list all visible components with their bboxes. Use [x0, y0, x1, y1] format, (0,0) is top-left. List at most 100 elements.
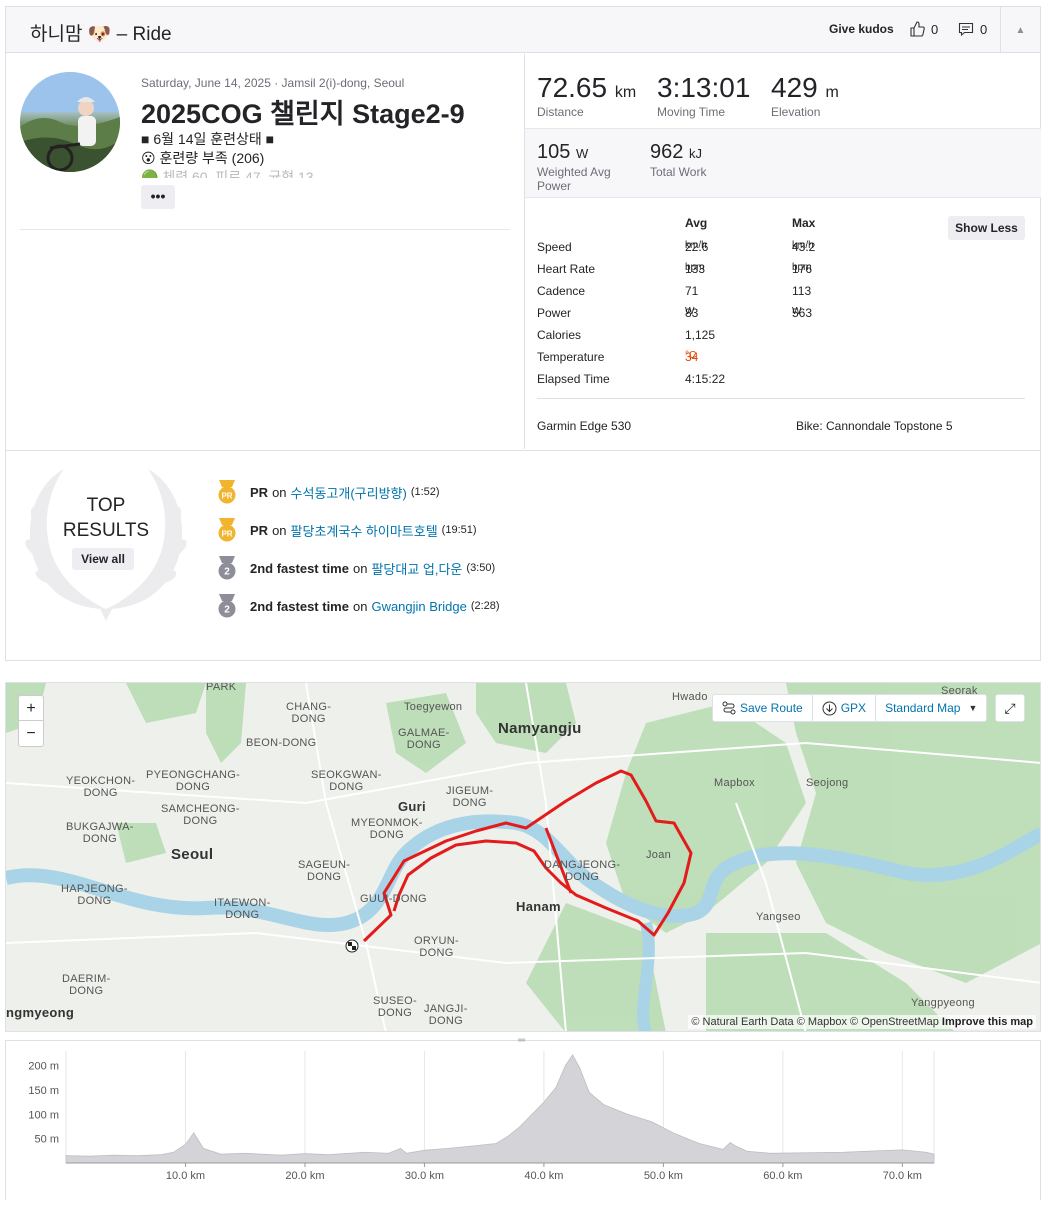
medal-label: PR — [221, 492, 232, 501]
caret-up-icon: ▲ — [1015, 24, 1026, 36]
y-tick-label: 150 m — [28, 1085, 59, 1097]
collapse-button[interactable]: ▲ — [1000, 7, 1040, 53]
activity-header-title: 하니맘 🐶 – Ride — [30, 24, 172, 45]
stat-distance: 72.65 km Distance — [537, 72, 636, 119]
map-style-select[interactable]: Standard Map ▼ — [876, 695, 986, 721]
stat-elevation: 429 m Elevation — [771, 72, 839, 119]
x-tick-label: 50.0 km — [644, 1170, 683, 1182]
give-kudos-button[interactable]: Give kudos — [829, 22, 894, 36]
achievement-type: PR — [250, 484, 269, 500]
stat-weighted-power: 105 W Weighted Avg Power — [537, 141, 637, 193]
segment-link[interactable]: 수석동고개(구리방향) — [291, 483, 407, 502]
achievement-on: on — [272, 484, 287, 500]
gpx-label: GPX — [840, 701, 867, 715]
caret-down-icon: ▼ — [968, 703, 978, 713]
stat-value: 429 — [771, 72, 818, 103]
zoom-controls: + − — [18, 695, 44, 747]
stats-table-header: Avg Max — [537, 216, 1027, 238]
avg-value: 71 — [685, 284, 699, 298]
achievement-type: PR — [250, 522, 269, 538]
kudos-count-button[interactable]: 0 — [909, 21, 938, 37]
athlete-avatar[interactable] — [20, 72, 120, 172]
save-route-button[interactable]: Save Route — [713, 695, 813, 721]
fullscreen-button[interactable]: ⤢ — [995, 694, 1025, 722]
map-toolbar: Save Route GPX Standard Map ▼ — [712, 694, 988, 722]
x-tick-label: 10.0 km — [166, 1170, 205, 1182]
segment-time: (19:51) — [441, 524, 477, 536]
segment-link[interactable]: Gwangjin Bridge — [371, 599, 466, 614]
elevation-area — [65, 1054, 935, 1164]
max-unit: km/h — [792, 240, 814, 251]
map-place-label: SUSEO- DONG — [373, 995, 417, 1019]
segment-link[interactable]: 팔당초계국수 하이마트호텔 — [291, 521, 438, 540]
map-place-label: HAPJEONG- DONG — [61, 883, 128, 907]
pr-medal-icon: PR — [218, 518, 236, 542]
medal-label: 2 — [224, 567, 230, 578]
map-attribution: © Natural Earth Data © Mapbox © OpenStre… — [688, 1015, 1036, 1029]
achievement-item: PR PR on 수석동고개(구리방향) (1:52) — [216, 479, 440, 505]
activity-description: ■ 6월 14일 훈련상태 ■ 😮 훈련량 부족 (206) 🟢 체력 60, … — [141, 130, 314, 178]
more-button[interactable]: ••• — [141, 185, 175, 209]
col-avg: Avg — [685, 216, 708, 230]
activity-title: 2025COG 챌린지 Stage2-9 — [141, 99, 465, 129]
description-line: 😮 훈련량 부족 (206) — [141, 150, 265, 166]
map-place-label: SAMCHEONG- DONG — [161, 803, 240, 827]
max-unit: bpm — [792, 262, 812, 273]
improve-map-link[interactable]: Improve this map — [942, 1016, 1033, 1028]
map-place-label: DANGJEONG- DONG — [544, 859, 621, 883]
activity-header: 하니맘 🐶 – Ride Give kudos 0 0 ▲ — [6, 7, 1040, 53]
stat-unit: km — [614, 84, 637, 101]
comments-count: 0 — [980, 21, 988, 37]
map-place-label: YEOKCHON- DONG — [66, 775, 136, 799]
medal-label: PR — [221, 530, 232, 539]
map-place-label: BUKGAJWA- DONG — [66, 821, 134, 845]
comments-count-button[interactable]: 0 — [958, 21, 987, 37]
stats-table-row: Temperature 34 °C — [537, 350, 1027, 372]
gpx-button[interactable]: GPX — [813, 695, 877, 721]
zoom-out-button[interactable]: − — [19, 721, 43, 746]
save-route-label: Save Route — [740, 701, 803, 715]
stat-row-label: Speed — [537, 240, 572, 254]
map-place-label: Hanam — [516, 899, 561, 914]
map-place-label: ORYUN- DONG — [414, 935, 459, 959]
heading-line: TOP — [86, 495, 126, 516]
bike-name[interactable]: Bike: Cannondale Topstone 5 — [796, 419, 953, 433]
zoom-in-button[interactable]: + — [19, 696, 43, 721]
stats-table-row: Speed 22.6 km/h 43.2 km/h — [537, 240, 1027, 262]
stat-value: 3:13:01 — [657, 72, 751, 103]
stats-table-row: Calories 1,125 — [537, 328, 1027, 350]
map-place-label: PARK — [206, 682, 237, 693]
device-name: Garmin Edge 530 — [537, 419, 632, 433]
divider — [537, 398, 1025, 399]
max-value: 113 — [792, 284, 812, 298]
map-place-label: GALMAE- DONG — [398, 727, 450, 751]
map-place-label: SAGEUN- DONG — [298, 859, 351, 883]
stat-row-label: Calories — [537, 328, 582, 342]
map-place-label: Yangpyeong — [911, 997, 975, 1009]
stat-unit: kJ — [688, 146, 702, 161]
stats-table-row: Elapsed Time 4:15:22 — [537, 372, 1027, 394]
stat-label: Moving Time — [657, 105, 726, 119]
map-style-label: Standard Map — [885, 701, 961, 715]
pr-medal-icon: PR — [218, 480, 236, 504]
segment-link[interactable]: 팔당대교 업,다운 — [371, 559, 462, 578]
silver-medal-icon: 2 — [218, 556, 236, 580]
avg-unit: °C — [685, 350, 697, 361]
achievement-type: 2nd fastest time — [250, 560, 349, 576]
map-place-label: JIGEUM- DONG — [446, 785, 494, 809]
route-map[interactable]: PARK CHANG- DONG Toegyewon Hwado Seorak BEON-… — [5, 682, 1041, 1032]
resize-grip-icon[interactable]: ═ — [518, 1035, 525, 1046]
stat-row-label: Elapsed Time — [537, 372, 610, 386]
map-place-label: MYEONMOK- DONG — [351, 817, 423, 841]
y-tick-label: 50 m — [35, 1134, 59, 1146]
view-all-button[interactable]: View all — [72, 548, 134, 570]
achievement-type: 2nd fastest time — [250, 598, 349, 614]
elevation-profile[interactable]: ═ 200 m 150 m 100 m 50 m 10.0 km 20.0 km 30.0 … — [5, 1035, 1041, 1200]
segment-time: (2:28) — [470, 600, 500, 612]
y-tick-label: 200 m — [28, 1061, 59, 1073]
route-icon — [722, 701, 736, 715]
avg-unit: W — [685, 306, 695, 317]
stat-label: Elevation — [771, 105, 821, 119]
secondary-stats: 105 W Weighted Avg Power 962 kJ Total Wo… — [525, 128, 1041, 198]
achievement-item: 2 2nd fastest time on 팔당대교 업,다운 (3:50) — [216, 555, 495, 581]
